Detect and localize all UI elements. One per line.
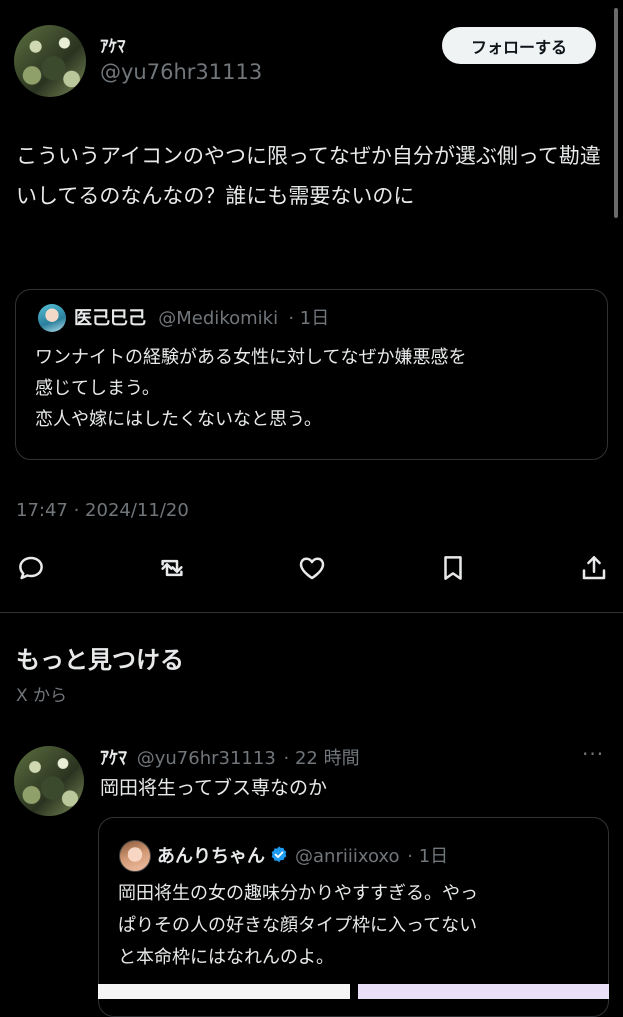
tweet2-text: 岡田将生ってブス専なのか: [100, 777, 328, 799]
bookmark-button[interactable]: [437, 552, 469, 584]
follow-button[interactable]: フォローする: [442, 27, 596, 64]
retweet-icon: [161, 559, 183, 577]
discover-subtitle: X から: [16, 686, 68, 706]
verified-badge-icon: [269, 845, 289, 870]
tweet2-age: · 22 時間: [283, 748, 360, 769]
quoted-tweet-age: · 1日: [288, 308, 330, 329]
like-button[interactable]: [296, 552, 328, 584]
tweet-timestamp[interactable]: 17:47 · 2024/11/20: [16, 500, 189, 521]
tweet2-quoted-author-display-name[interactable]: あんりちゃん: [157, 846, 265, 867]
tweet2-quoted-line: ぱりその人の好きな顔タイプ枠に入ってない: [118, 915, 478, 936]
share-icon: [582, 556, 606, 580]
tweet2-author-handle[interactable]: @yu76hr31113: [137, 748, 276, 769]
reply-icon: [19, 556, 43, 580]
tweet2-quoted-line: と本命枠にはなれんのよ。: [118, 947, 334, 968]
author-avatar[interactable]: [14, 25, 86, 97]
quoted-author-avatar[interactable]: [38, 304, 66, 332]
bookmark-icon: [444, 556, 462, 580]
tweet2-quoted-author-line: あんりちゃん @anriiixoxo · 1日: [157, 842, 448, 870]
tweet2-quoted-text: 岡田将生の女の趣味分かりやすすぎる。やっ ぱりその人の好きな顔タイプ枠に入ってな…: [118, 878, 596, 974]
heart-icon: [299, 557, 325, 580]
retweet-button[interactable]: [156, 552, 188, 584]
reply-button[interactable]: [15, 552, 47, 584]
tweet2-author-display-name[interactable]: ｱｹﾏ: [100, 748, 127, 769]
quoted-author-handle[interactable]: @Medikomiki: [158, 308, 278, 329]
quoted-tweet-text: ワンナイトの経験がある女性に対してなぜか嫌悪感を 感じてしまう。 恋人や嫁にはし…: [35, 342, 605, 435]
tweet2-quoted-author-avatar[interactable]: [119, 840, 151, 872]
quoted-tweet-line: 感じてしまう。: [35, 378, 160, 399]
quoted-media-thumbnail[interactable]: [98, 984, 350, 999]
tweet2-author-line: ｱｹﾏ @yu76hr31113 · 22 時間: [100, 744, 360, 770]
more-options-icon[interactable]: ···: [582, 742, 604, 766]
quoted-tweet-line: ワンナイトの経験がある女性に対してなぜか嫌悪感を: [35, 347, 467, 368]
share-button[interactable]: [578, 552, 610, 584]
quoted-author-display-name[interactable]: 医己巳己: [74, 308, 146, 329]
discover-title: もっと見つける: [16, 646, 184, 674]
section-divider: [0, 612, 623, 613]
tweet2-quoted-author-handle[interactable]: @anriiixoxo: [295, 846, 400, 867]
quoted-author-line: 医己巳己 @Medikomiki · 1日: [74, 304, 329, 330]
tweet2-quoted-line: 岡田将生の女の趣味分かりやすすぎる。やっ: [118, 883, 478, 904]
quoted-tweet[interactable]: 医己巳己 @Medikomiki · 1日 ワンナイトの経験がある女性に対してな…: [15, 289, 608, 460]
quoted-media-thumbnail[interactable]: [358, 984, 609, 999]
author-display-name[interactable]: ｱｹﾏ: [100, 32, 126, 57]
tweet-text: こういうアイコンのやつに限ってなぜか自分が選ぶ側って勘違いしてるのなんなの？誰に…: [16, 144, 601, 208]
quoted-tweet-line: 恋人や嫁にはしたくないなと思う。: [35, 409, 322, 430]
author-handle[interactable]: @yu76hr31113: [100, 60, 262, 84]
scrollbar[interactable]: [614, 8, 618, 218]
tweet2-author-avatar[interactable]: [14, 746, 84, 816]
tweet2-quoted-age: · 1日: [407, 846, 449, 867]
